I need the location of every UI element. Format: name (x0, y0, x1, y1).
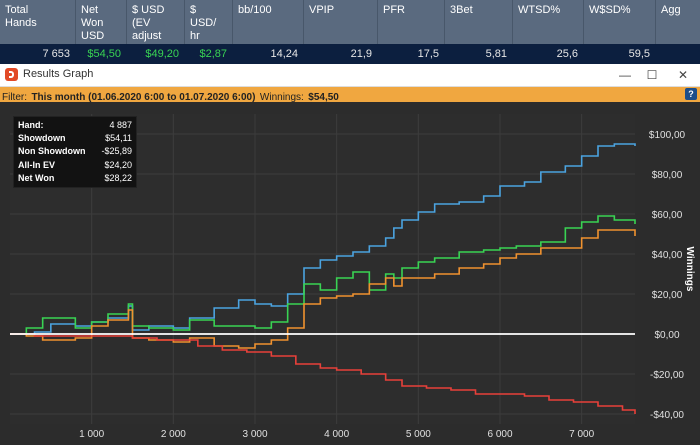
stats-value-0: 7 653 (42, 48, 70, 60)
stats-header-1[interactable]: Net Won USD (76, 0, 127, 44)
x-tick-label: 6 000 (487, 429, 512, 440)
y-tick-label: -$40,00 (650, 410, 684, 421)
legend-row-value: $28,22 (104, 172, 132, 183)
stats-header-5[interactable]: VPIP (304, 0, 378, 44)
stats-header-7[interactable]: 3Bet (445, 0, 513, 44)
legend-row: Showdown $54,11 (18, 133, 132, 146)
close-button[interactable]: ✕ (668, 65, 698, 85)
help-icon[interactable]: ? (685, 88, 697, 100)
x-tick-label: 5 000 (406, 429, 431, 440)
stats-header-4[interactable]: bb/100 (233, 0, 304, 44)
legend-row-label: All-In EV (18, 159, 56, 170)
legend-row: All-In EV $24,20 (18, 160, 132, 173)
x-tick-label: 7 000 (569, 429, 594, 440)
y-axis-label: Winnings (684, 247, 695, 292)
legend-row-label: Net Won (18, 172, 55, 183)
minimize-button[interactable]: — (610, 65, 640, 85)
x-tick-label: 3 000 (242, 429, 267, 440)
maximize-button[interactable]: ☐ (637, 65, 667, 85)
legend-row-value: 4 887 (109, 120, 132, 130)
stats-value-6: 17,5 (417, 48, 439, 60)
stats-value-5: 21,9 (350, 48, 372, 60)
window-titlebar: Results Graph — ☐ ✕ (0, 64, 700, 87)
legend-row-label: Non Showdown (18, 146, 86, 157)
hover-legend: Hand: 4 887 Showdown $54,11 Non Showdown -$25… (13, 116, 137, 188)
stats-value-3: $2,87 (199, 48, 227, 60)
legend-row: Hand: 4 887 (18, 120, 132, 133)
legend-row-label: Hand: (18, 120, 44, 130)
stats-header-6[interactable]: PFR (378, 0, 445, 44)
y-tick-label: $60,00 (652, 210, 683, 221)
legend-row: Non Showdown -$25,89 (18, 146, 132, 159)
stats-value-2: $49,20 (145, 48, 179, 60)
stats-header-0[interactable]: Total Hands (0, 0, 76, 44)
app-logo-icon (5, 68, 18, 81)
legend-row-value: -$25,89 (101, 146, 132, 157)
stats-value-4: 14,24 (270, 48, 298, 60)
legend-row-label: Showdown (18, 133, 66, 144)
stats-value-7: 5,81 (485, 48, 507, 60)
window-title: Results Graph (23, 68, 94, 80)
stats-header-10[interactable]: Agg (656, 0, 700, 44)
y-tick-label: $40,00 (652, 250, 683, 261)
y-tick-label: $100,00 (649, 130, 686, 141)
stats-header-3[interactable]: $ USD/ hr (185, 0, 233, 44)
filter-bar: Filter: This month (01.06.2020 6:00 to 0… (0, 87, 700, 103)
y-tick-label: -$20,00 (650, 370, 684, 381)
x-tick-label: 1 000 (79, 429, 104, 440)
stats-header-2[interactable]: $ USD (EV adjust (127, 0, 185, 44)
stats-value-10 (656, 44, 700, 64)
stats-value-9: 59,5 (628, 48, 650, 60)
legend-row-value: $24,20 (104, 159, 132, 170)
stats-value-8: 25,6 (556, 48, 578, 60)
y-tick-label: $80,00 (652, 170, 683, 181)
x-tick-label: 2 000 (161, 429, 186, 440)
y-tick-label: $0,00 (654, 330, 679, 341)
x-tick-label: 4 000 (324, 429, 349, 440)
legend-row: Net Won $28,22 (18, 173, 132, 186)
y-tick-label: $20,00 (652, 290, 683, 301)
stats-table: Total Hands 7 653 Net Won USD $54,50 $ USD (… (0, 0, 700, 64)
stats-header-8[interactable]: WTSD% (513, 0, 584, 44)
stats-value-1: $54,50 (87, 48, 121, 60)
stats-header-9[interactable]: W$SD% (584, 0, 656, 44)
legend-row-value: $54,11 (105, 133, 132, 144)
